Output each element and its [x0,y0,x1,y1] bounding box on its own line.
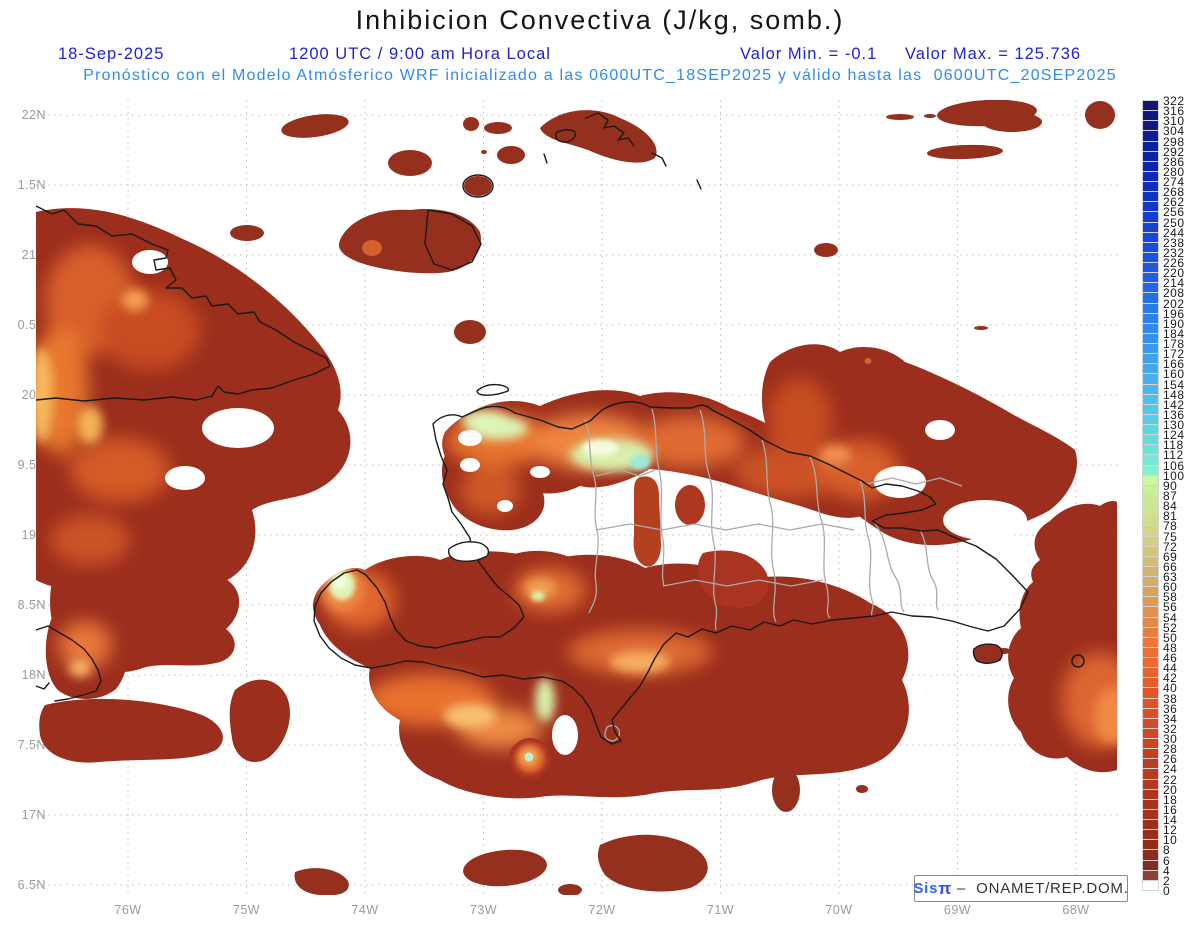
logo-pi-symbol: π [938,881,952,896]
page-title: Inhibicion Convectiva (J/kg, somb.) [0,5,1200,36]
field-max-value: Valor Max. = 125.736 [905,45,1081,64]
dr-central-tongue [633,476,661,566]
forecast-time: 1200 UTC / 9:00 am Hora Local [289,45,551,64]
wrf-forecast-page: Inhibicion Convectiva (J/kg, somb.) 18-S… [0,0,1200,927]
model-init-line: Pronóstico con el Modelo Atmósferico WRF… [0,67,1200,85]
dr-patch-small [675,485,705,525]
island-dash-1 [544,154,547,163]
south-sea-mass [313,551,909,798]
diagonal-blob [230,680,290,762]
tortuga-island [477,385,508,396]
southwest-band [39,699,223,763]
logo-sis: Sis [913,880,938,897]
forecast-map [0,0,1200,927]
logo-org: ONAMET/REP.DOM. [976,880,1129,897]
convective-cell-ring [509,738,551,780]
forecast-date: 18-Sep-2025 [58,45,164,64]
logo-separator: – [952,880,976,897]
sispi-onamet-logo: Sisπ – ONAMET/REP.DOM. [914,875,1128,902]
field-min-value: Valor Min. = -0.1 [740,45,877,64]
jamaica-coastline-fork [36,683,49,689]
saona-island [973,644,1002,663]
gonave-island [449,542,489,561]
